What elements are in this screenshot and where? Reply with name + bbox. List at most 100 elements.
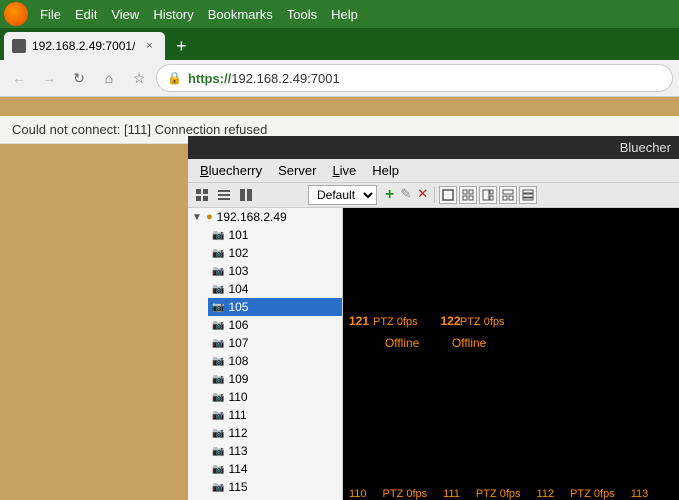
camera-label: 110 xyxy=(228,390,247,404)
layout-single-col[interactable] xyxy=(519,186,537,204)
menu-bar: File Edit View History Bookmarks Tools H… xyxy=(0,0,679,28)
new-tab-button[interactable]: + xyxy=(169,34,193,58)
menu-help[interactable]: Help xyxy=(325,5,364,24)
layout-select[interactable]: Default xyxy=(308,185,377,205)
bc-titlebar: Bluecher xyxy=(188,136,679,159)
camera-icon: 📷 xyxy=(212,248,224,259)
camera-cell-121: 121 PTZ 0fps 122 PTZ 0fps Offline Offlin… xyxy=(343,208,511,358)
camera-111[interactable]: 📷 111 xyxy=(208,406,342,424)
bc-action-buttons: + ✎ ✕ xyxy=(383,186,430,204)
camera-107[interactable]: 📷 107 xyxy=(208,334,342,352)
camera-icon: 📷 xyxy=(212,392,224,403)
toolbar-separator xyxy=(434,187,435,203)
strip-cam-111-fps: PTZ 0fps xyxy=(476,488,521,500)
camera-icon: 📷 xyxy=(212,338,224,349)
layout-1x1[interactable] xyxy=(439,186,457,204)
bluecherry-window: Bluecher Bluecherry Server Live Help xyxy=(188,136,679,500)
bc-camera-grid: 121 PTZ 0fps 122 PTZ 0fps Offline Offlin… xyxy=(343,208,679,500)
camera-label: 105 xyxy=(228,300,248,314)
url-text: https://192.168.2.49:7001 xyxy=(188,71,662,86)
browser-chrome: File Edit View History Bookmarks Tools H… xyxy=(0,0,679,97)
browser-window: File Edit View History Bookmarks Tools H… xyxy=(0,0,679,500)
camera-103[interactable]: 📷 103 xyxy=(208,262,342,280)
tab-bar: 192.168.2.49:7001/ × + xyxy=(0,28,679,60)
camera-label: 108 xyxy=(228,354,248,368)
strip-cam-110-fps: PTZ 0fps xyxy=(383,488,428,500)
tree-toggle-icon: ▼ xyxy=(192,212,202,223)
toolbar-icon-1[interactable] xyxy=(192,185,212,205)
layout-wide[interactable] xyxy=(499,186,517,204)
layout-2x2[interactable] xyxy=(459,186,477,204)
tab-favicon xyxy=(12,39,26,53)
camera-115[interactable]: 📷 115 xyxy=(208,478,342,496)
camera-105[interactable]: 📷 105 xyxy=(208,298,342,316)
camera-110[interactable]: 📷 110 xyxy=(208,388,342,406)
camera-label: 111 xyxy=(228,408,246,422)
bc-main: ▼ ● 192.168.2.49 📷 101 📷 102 📷 xyxy=(188,208,679,500)
url-bar[interactable]: 🔒 https://192.168.2.49:7001 xyxy=(156,64,673,92)
camera-icon: 📷 xyxy=(212,356,224,367)
strip-cam-111-id: 111 xyxy=(443,488,460,500)
cam-id-121: 121 xyxy=(349,314,369,328)
menu-file[interactable]: File xyxy=(34,5,67,24)
nav-bar: ← → ↻ ⌂ ☆ 🔒 https://192.168.2.49:7001 xyxy=(0,60,679,97)
menu-history[interactable]: History xyxy=(147,5,199,24)
camera-icon: 📷 xyxy=(212,446,224,457)
server-status-icon: ● xyxy=(206,211,213,223)
toolbar-icon-3[interactable] xyxy=(236,185,256,205)
camera-104[interactable]: 📷 104 xyxy=(208,280,342,298)
bookmark-button[interactable]: ☆ xyxy=(126,65,152,91)
cam-id-122: 122 xyxy=(440,314,460,328)
camera-113[interactable]: 📷 113 xyxy=(208,442,342,460)
tab-close-button[interactable]: × xyxy=(141,38,157,54)
bc-menu-server[interactable]: Server xyxy=(270,161,324,180)
layout-dropdown[interactable]: Default xyxy=(308,185,377,205)
cam-offline-1: Offline xyxy=(385,336,419,350)
layout-grid-buttons xyxy=(439,186,537,204)
camera-icon: 📷 xyxy=(212,428,224,439)
menu-edit[interactable]: Edit xyxy=(69,5,103,24)
cam-fps-122: PTZ 0fps xyxy=(460,316,505,328)
add-camera-button[interactable]: + xyxy=(385,186,394,204)
tab-title: 192.168.2.49:7001/ xyxy=(32,39,135,53)
url-host: 192.168.2.49:7001 xyxy=(231,71,339,86)
camera-108[interactable]: 📷 108 xyxy=(208,352,342,370)
camera-label: 102 xyxy=(228,246,248,260)
camera-114[interactable]: 📷 114 xyxy=(208,460,342,478)
bc-menu-help[interactable]: Help xyxy=(364,161,407,180)
camera-label: 112 xyxy=(228,426,247,440)
camera-icon: 📷 xyxy=(212,482,224,493)
camera-label: 103 xyxy=(228,264,248,278)
browser-tab[interactable]: 192.168.2.49:7001/ × xyxy=(4,32,165,60)
camera-109[interactable]: 📷 109 xyxy=(208,370,342,388)
cam-offline-2: Offline xyxy=(452,336,486,350)
strip-cam-113-id: 113 xyxy=(631,488,649,500)
toolbar-icon-2[interactable] xyxy=(214,185,234,205)
page-content: Could not connect: [111] Connection refu… xyxy=(0,116,679,500)
edit-camera-button[interactable]: ✎ xyxy=(400,186,411,204)
camera-101[interactable]: 📷 101 xyxy=(208,226,342,244)
bc-title-text: Bluecher xyxy=(620,140,671,155)
bc-menu-live[interactable]: Live xyxy=(324,161,364,180)
bc-menu-bluecherry[interactable]: Bluecherry xyxy=(192,161,270,180)
forward-button[interactable]: → xyxy=(36,65,62,91)
camera-102[interactable]: 📷 102 xyxy=(208,244,342,262)
camera-116[interactable]: 📷 116 xyxy=(208,496,342,500)
back-button[interactable]: ← xyxy=(6,65,32,91)
camera-icon: 📷 xyxy=(212,266,224,277)
menu-tools[interactable]: Tools xyxy=(281,5,323,24)
camera-106[interactable]: 📷 106 xyxy=(208,316,342,334)
menu-bookmarks[interactable]: Bookmarks xyxy=(202,5,279,24)
home-button[interactable]: ⌂ xyxy=(96,65,122,91)
tree-server[interactable]: ▼ ● 192.168.2.49 xyxy=(188,208,342,226)
delete-camera-button[interactable]: ✕ xyxy=(417,186,428,204)
camera-icon: 📷 xyxy=(212,284,224,295)
url-https: https:// xyxy=(188,71,231,86)
layout-custom[interactable] xyxy=(479,186,497,204)
camera-112[interactable]: 📷 112 xyxy=(208,424,342,442)
bc-menubar: Bluecherry Server Live Help xyxy=(188,159,679,183)
menu-view[interactable]: View xyxy=(105,5,145,24)
camera-label: 106 xyxy=(228,318,248,332)
refresh-button[interactable]: ↻ xyxy=(66,65,92,91)
camera-icon: 📷 xyxy=(212,464,224,475)
